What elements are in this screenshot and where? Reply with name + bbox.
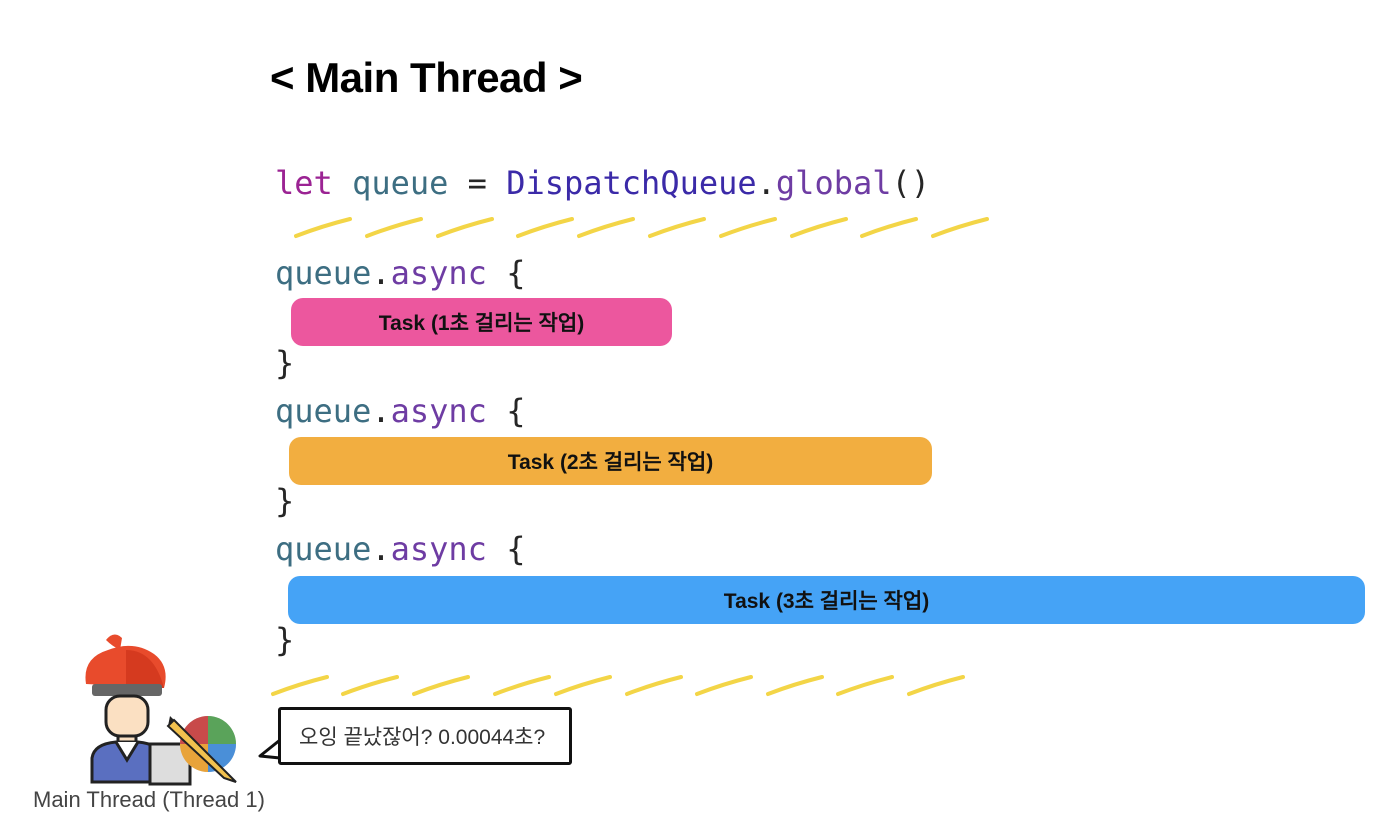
method-async: async [390, 530, 487, 568]
dot-operator: . [371, 254, 391, 292]
type-dispatchqueue: DispatchQueue [506, 164, 757, 202]
parentheses: () [891, 164, 931, 202]
open-brace: { [506, 530, 526, 568]
code-line-async-2: queue.async { [275, 391, 525, 431]
avatar-caption: Main Thread (Thread 1) [33, 787, 265, 812]
open-brace: { [506, 392, 526, 430]
hat-band [92, 684, 162, 696]
variable-queue: queue [275, 392, 372, 430]
operator-equals: = [467, 164, 487, 202]
task-bar-1: Task (1초 걸리는 작업) [291, 298, 672, 346]
page-title: < Main Thread > [270, 54, 583, 101]
task-bar-2: Task (2초 걸리는 작업) [289, 437, 932, 485]
dash-row-bottom [271, 675, 965, 696]
dot-operator: . [756, 164, 776, 202]
task-label: Task (3초 걸리는 작업) [723, 590, 930, 613]
code-line-async-3: queue.async { [275, 529, 525, 569]
code-line-async-1: queue.async { [275, 253, 525, 293]
keyword-let: let [275, 164, 333, 202]
close-brace-2: } [275, 482, 295, 520]
method-global: global [775, 164, 892, 202]
variable-queue: queue [275, 530, 372, 568]
speech-text: 오잉 끝났잖어? 0.00044초? [299, 726, 546, 749]
dot-operator: . [371, 392, 391, 430]
task-label: Task (1초 걸리는 작업) [378, 312, 585, 335]
dash-row-top [294, 217, 989, 238]
open-brace: { [506, 254, 526, 292]
face [104, 694, 150, 738]
method-async: async [390, 392, 487, 430]
developer-avatar-icon [85, 634, 237, 786]
variable-queue: queue [352, 164, 449, 202]
close-brace-3: } [275, 621, 295, 659]
close-brace-1: } [275, 344, 295, 382]
method-async: async [390, 254, 487, 292]
variable-queue: queue [275, 254, 372, 292]
task-label: Task (2초 걸리는 작업) [507, 451, 714, 474]
dot-operator: . [371, 530, 391, 568]
task-bar-3: Task (3초 걸리는 작업) [288, 576, 1365, 624]
speech-bubble: 오잉 끝났잖어? 0.00044초? [278, 707, 572, 765]
code-line-queue-declaration: let queue = DispatchQueue.global() [275, 163, 930, 203]
